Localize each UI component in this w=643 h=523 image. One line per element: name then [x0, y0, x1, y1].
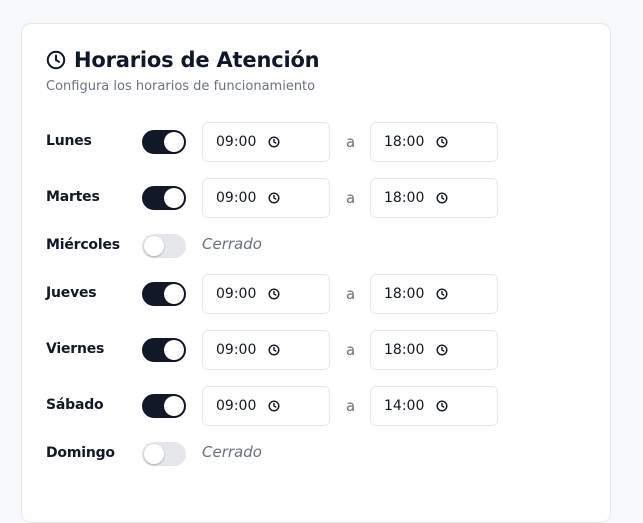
card-header: Horarios de Atención Configura los horar… [46, 46, 320, 94]
day-toggle[interactable] [142, 338, 186, 362]
range-separator: a [346, 397, 356, 415]
day-row-martes: Martes 09:00 a 18:00 [46, 178, 586, 218]
day-toggle[interactable] [142, 394, 186, 418]
clock-icon[interactable] [436, 400, 448, 412]
day-label: Viernes [46, 341, 105, 357]
range-separator: a [346, 133, 356, 151]
clock-icon[interactable] [268, 288, 280, 300]
day-row-jueves: Jueves 09:00 a 18:00 [46, 274, 586, 314]
end-time-input[interactable]: 14:00 [370, 386, 498, 426]
time-value: 09:00 [216, 286, 257, 302]
day-toggle[interactable] [142, 282, 186, 306]
start-time-input[interactable]: 09:00 [202, 274, 330, 314]
day-row-miercoles: Miércoles Cerrado [46, 226, 586, 266]
day-toggle[interactable] [142, 130, 186, 154]
closed-label: Cerrado [202, 235, 262, 253]
day-label: Jueves [46, 285, 97, 301]
start-time-input[interactable]: 09:00 [202, 122, 330, 162]
toggle-knob [164, 188, 184, 208]
time-value: 18:00 [384, 134, 425, 150]
clock-icon[interactable] [268, 400, 280, 412]
clock-icon[interactable] [268, 192, 280, 204]
time-value: 09:00 [216, 342, 257, 358]
day-toggle[interactable] [142, 442, 186, 466]
day-label: Sábado [46, 397, 104, 413]
toggle-knob [164, 132, 184, 152]
clock-icon[interactable] [436, 136, 448, 148]
end-time-input[interactable]: 18:00 [370, 178, 498, 218]
day-row-domingo: Domingo Cerrado [46, 434, 586, 474]
day-label: Martes [46, 189, 100, 205]
clock-icon [46, 50, 66, 70]
toggle-knob [164, 340, 184, 360]
time-value: 18:00 [384, 286, 425, 302]
end-time-input[interactable]: 18:00 [370, 122, 498, 162]
page-subtitle: Configura los horarios de funcionamiento [46, 79, 316, 94]
day-toggle[interactable] [142, 186, 186, 210]
start-time-input[interactable]: 09:00 [202, 386, 330, 426]
page-title: Horarios de Atención [74, 48, 320, 72]
range-separator: a [346, 341, 356, 359]
day-label: Domingo [46, 445, 115, 461]
day-toggle[interactable] [142, 234, 186, 258]
time-value: 09:00 [216, 134, 257, 150]
title-row: Horarios de Atención [46, 46, 320, 74]
hours-card: Horarios de Atención Configura los horar… [21, 23, 611, 523]
clock-icon[interactable] [436, 344, 448, 356]
time-value: 09:00 [216, 398, 257, 414]
toggle-knob [144, 444, 164, 464]
clock-icon[interactable] [436, 192, 448, 204]
clock-icon[interactable] [436, 288, 448, 300]
time-value: 18:00 [384, 190, 425, 206]
toggle-knob [164, 284, 184, 304]
start-time-input[interactable]: 09:00 [202, 330, 330, 370]
end-time-input[interactable]: 18:00 [370, 274, 498, 314]
day-label: Miércoles [46, 237, 120, 253]
start-time-input[interactable]: 09:00 [202, 178, 330, 218]
day-row-sabado: Sábado 09:00 a 14:00 [46, 386, 586, 426]
end-time-input[interactable]: 18:00 [370, 330, 498, 370]
day-label: Lunes [46, 133, 92, 149]
closed-label: Cerrado [202, 443, 262, 461]
day-row-lunes: Lunes 09:00 a 18:00 [46, 122, 586, 162]
clock-icon[interactable] [268, 344, 280, 356]
time-value: 14:00 [384, 398, 425, 414]
range-separator: a [346, 285, 356, 303]
range-separator: a [346, 189, 356, 207]
clock-icon[interactable] [268, 136, 280, 148]
time-value: 09:00 [216, 190, 257, 206]
day-row-viernes: Viernes 09:00 a 18:00 [46, 330, 586, 370]
time-value: 18:00 [384, 342, 425, 358]
toggle-knob [144, 236, 164, 256]
toggle-knob [164, 396, 184, 416]
